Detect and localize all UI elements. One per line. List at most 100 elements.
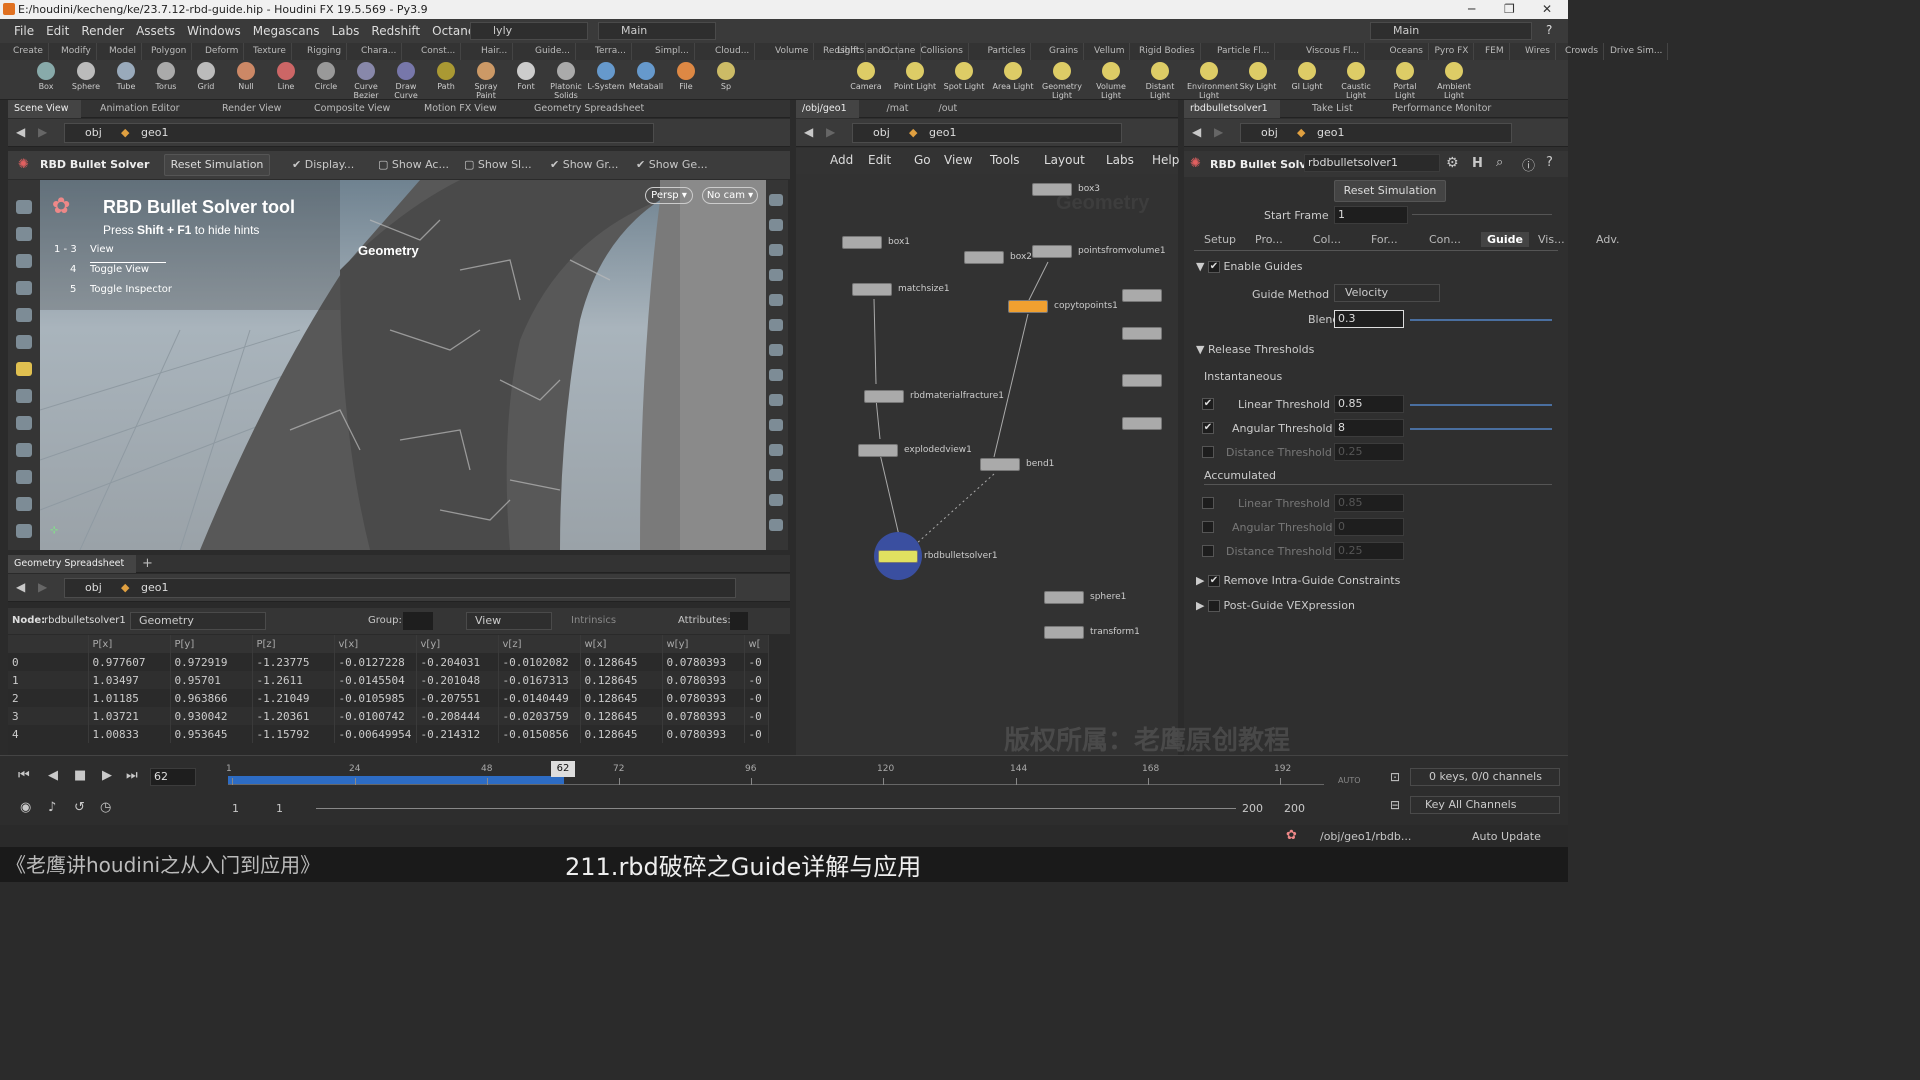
parm-tab-adv[interactable]: Adv. [1590, 232, 1625, 247]
shelf-tab-right-4[interactable]: Vellum [1089, 43, 1131, 60]
network-menu-help[interactable]: Help [1152, 153, 1179, 167]
post-guide-vex-toggle[interactable]: ▶ Post-Guide VEXpression [1196, 599, 1355, 612]
right-tool-icon-1[interactable] [769, 219, 783, 231]
spreadsheet-table[interactable]: P[x] P[y] P[z] v[x] v[y] v[z] w[x] w[y] w[0 0.977… [8, 635, 769, 743]
parm-tab-pro[interactable]: Pro... [1249, 232, 1289, 247]
shelf-tab-right-0[interactable]: Lights and... [832, 43, 899, 60]
tab-mid_tabs-2[interactable]: /out [933, 100, 970, 118]
shelf-tool-1[interactable]: Sphere [64, 62, 108, 91]
shelf-tab-right-12[interactable]: Crowds [1560, 43, 1605, 60]
right-tool-icon-5[interactable] [769, 319, 783, 331]
scene-path-field[interactable]: obj ◆ geo1 [64, 123, 654, 143]
parm-tab-vis[interactable]: Vis... [1532, 232, 1571, 247]
viewport-toggle-4[interactable]: ✔ Show Ge... [636, 158, 708, 171]
tab-right_tabs-1[interactable]: Take List [1306, 100, 1365, 118]
menu-redshift[interactable]: Redshift [365, 19, 426, 43]
acc-angular-toggle[interactable] [1202, 521, 1214, 533]
enable-guides-toggle[interactable]: ▼ ✔ Enable Guides [1196, 260, 1302, 273]
shelf-tab-1[interactable]: Modify [56, 43, 97, 60]
main-desktop-select[interactable]: Main [598, 22, 716, 40]
ss-attributes-field[interactable] [730, 612, 748, 630]
viewport-toggle-2[interactable]: ▢ Show Sl... [464, 158, 532, 171]
left-tool-icon-6[interactable] [16, 362, 32, 376]
left-tool-icon-12[interactable] [16, 524, 32, 538]
add-tab-icon[interactable]: + [142, 556, 153, 571]
shelf-tab-13[interactable]: Cloud... [710, 43, 756, 60]
table-row[interactable]: 1 1.03497 0.95701 -1.2611 -0.0145504 -0.20104… [8, 671, 769, 689]
shelf-tab-0[interactable]: Create [8, 43, 49, 60]
network-menu-labs[interactable]: Labs [1106, 153, 1134, 167]
right-tool-icon-11[interactable] [769, 469, 783, 481]
blend-slider[interactable] [1410, 319, 1552, 321]
shelf-tab-10[interactable]: Guide... [530, 43, 577, 60]
tab-left_tabs-5[interactable]: Geometry Spreadsheet [528, 100, 656, 118]
parm-forward-arrow-icon[interactable]: ▶ [1214, 125, 1223, 139]
offscreen-node-1[interactable] [1122, 327, 1162, 340]
shelf-tab-4[interactable]: Deform [200, 43, 245, 60]
keys-channels-field[interactable]: 0 keys, 0/0 channels [1410, 768, 1560, 786]
go-start-icon[interactable]: ⏮ [18, 768, 30, 783]
back-arrow-icon[interactable]: ◀ [16, 125, 25, 139]
shelf-tab-right-1[interactable]: Collisions [916, 43, 969, 60]
right-tool-icon-7[interactable] [769, 369, 783, 381]
right-tool-icon-9[interactable] [769, 419, 783, 431]
loop-icon[interactable]: ↺ [74, 800, 85, 815]
current-frame-marker[interactable]: 62 [551, 761, 575, 777]
realtime-icon[interactable]: ◉ [20, 800, 31, 815]
left-tool-icon-3[interactable] [16, 281, 32, 295]
acc-distance-field[interactable]: 0.25 [1334, 542, 1404, 560]
ss-forward-arrow-icon[interactable]: ▶ [38, 580, 47, 594]
ss-col-header-2[interactable]: P[y] [170, 635, 253, 653]
shelf-tab-right-6[interactable]: Particle Fl... [1212, 43, 1276, 60]
menu-assets[interactable]: Assets [130, 19, 181, 43]
tab-geometry-spreadsheet[interactable]: Geometry Spreadsheet [8, 555, 137, 573]
table-row[interactable]: 2 1.01185 0.963866 -1.21049 -0.0105985 -0.207… [8, 689, 769, 707]
shelf-tab-right-2[interactable]: Particles [983, 43, 1032, 60]
node-bend1[interactable] [980, 458, 1020, 471]
parm-tab-col[interactable]: Col... [1307, 232, 1347, 247]
light-tool-0[interactable]: Camera [844, 62, 888, 91]
timer-icon[interactable]: ◷ [100, 800, 111, 815]
status-path[interactable]: /obj/geo1/rbdb... [1320, 830, 1411, 843]
table-row[interactable]: 0 0.977607 0.972919 -1.23775 -0.0127228 -0.20… [8, 653, 769, 671]
blend-field[interactable]: 0.3 [1334, 310, 1404, 328]
menu-megascans[interactable]: Megascans [247, 19, 326, 43]
tab-left_tabs-3[interactable]: Composite View [308, 100, 402, 118]
ss-back-arrow-icon[interactable]: ◀ [16, 580, 25, 594]
light-tool-4[interactable]: Geometry Light [1040, 62, 1084, 100]
network-menu-tools[interactable]: Tools [990, 153, 1020, 167]
table-row[interactable]: 4 1.00833 0.953645 -1.15792 -0.00649954 -0.21… [8, 725, 769, 743]
node-explodedview1[interactable] [858, 444, 898, 457]
shelf-tool-16[interactable]: File [664, 62, 708, 91]
shelf-tool-8[interactable]: Curve Bezier [344, 62, 388, 100]
network-menu-add[interactable]: Add [830, 153, 853, 167]
shelf-tool-5[interactable]: Null [224, 62, 268, 91]
linear-threshold-slider[interactable] [1410, 404, 1552, 406]
right-tool-icon-8[interactable] [769, 394, 783, 406]
guide-method-select[interactable]: Velocity [1334, 284, 1440, 302]
node-box2[interactable] [964, 251, 1004, 264]
ss-col-header-0[interactable] [8, 635, 89, 653]
viewport-toggle-3[interactable]: ✔ Show Gr... [550, 158, 618, 171]
main-desktop-select-right[interactable]: Main [1370, 22, 1532, 40]
desktop-layout-select[interactable]: lyly [470, 22, 588, 40]
distance-threshold-toggle[interactable] [1202, 446, 1214, 458]
network-view[interactable]: Geometry box3 box1 box2 pointsfromvolume1 ma… [796, 174, 1178, 755]
auto-key-label[interactable]: AUTO [1338, 776, 1361, 785]
shelf-tool-7[interactable]: Circle [304, 62, 348, 91]
acc-angular-field[interactable]: 0 [1334, 518, 1404, 536]
auto-update-select[interactable]: Auto Update [1472, 830, 1541, 843]
network-menu-edit[interactable]: Edit [868, 153, 891, 167]
persp-menu[interactable]: Persp ▾ [645, 187, 693, 204]
left-tool-icon-10[interactable] [16, 470, 32, 484]
minimize-button[interactable]: ─ [1468, 0, 1475, 19]
go-end-icon[interactable]: ⏭ [126, 768, 138, 783]
range-end-2[interactable]: 200 [1284, 802, 1305, 815]
play-reverse-icon[interactable]: ◀ [48, 768, 58, 783]
tab-mid_tabs-1[interactable]: /mat [881, 100, 921, 118]
ss-col-header-3[interactable]: P[z] [252, 635, 335, 653]
start-frame-field[interactable]: 1 [1334, 206, 1408, 224]
right-tool-icon-0[interactable] [769, 194, 783, 206]
net-path-field[interactable]: obj ◆ geo1 [852, 123, 1122, 143]
viewport-reset-simulation-button[interactable]: Reset Simulation [164, 154, 270, 176]
